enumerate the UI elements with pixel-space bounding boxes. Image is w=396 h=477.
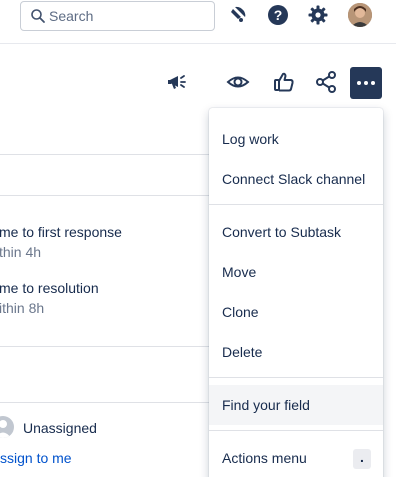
share-button[interactable]: [311, 67, 341, 97]
notifications-button[interactable]: [225, 2, 251, 28]
search-icon: [31, 9, 45, 23]
search-placeholder: Search: [49, 8, 94, 24]
notifications-icon: [231, 6, 246, 22]
menu-item-delete[interactable]: Delete: [209, 332, 383, 372]
menu-item-log-work[interactable]: Log work: [209, 119, 383, 159]
menu-item-convert-to-subtask[interactable]: Convert to Subtask: [209, 212, 383, 252]
settings-icon: [308, 5, 328, 25]
menu-item-actions-menu[interactable]: Actions menu .: [209, 438, 383, 477]
divider: [0, 195, 209, 196]
menu-item-clone[interactable]: Clone: [209, 292, 383, 332]
more-actions-icon: [357, 81, 361, 85]
help-button[interactable]: ?: [265, 2, 291, 28]
vote-button[interactable]: [269, 67, 299, 97]
menu-item-move[interactable]: Move: [209, 252, 383, 292]
sla-resolution-value: ithin 8h: [0, 300, 45, 316]
more-actions-menu: Log work Connect Slack channel Convert t…: [209, 108, 383, 477]
watch-button[interactable]: [223, 67, 253, 97]
divider: [0, 154, 209, 155]
svg-text:?: ?: [274, 7, 283, 23]
more-actions-icon-dot: [371, 81, 375, 85]
sla-first-response-value: thin 4h: [0, 244, 42, 260]
menu-separator: [209, 204, 383, 205]
divider: [0, 402, 209, 403]
profile-avatar[interactable]: [348, 3, 372, 27]
menu-separator: [209, 377, 383, 378]
menu-item-find-your-field[interactable]: Find your field: [209, 385, 383, 425]
share-icon: [316, 71, 336, 93]
search-input[interactable]: Search: [20, 1, 215, 31]
divider: [0, 346, 209, 347]
more-actions-button[interactable]: [350, 67, 382, 99]
actions-menu-label: Actions menu: [222, 450, 307, 466]
keyboard-shortcut-badge: .: [353, 449, 371, 469]
assignee-value: Unassigned: [23, 420, 97, 436]
more-actions-icon-dot: [364, 81, 368, 85]
announcement-icon: [168, 75, 186, 89]
help-icon: ?: [268, 5, 288, 25]
menu-separator: [209, 430, 383, 431]
watch-icon: [226, 76, 250, 88]
settings-button[interactable]: [305, 2, 331, 28]
assign-to-me-link[interactable]: ssign to me: [0, 450, 72, 466]
sla-first-response-label: me to first response: [0, 224, 122, 240]
unassigned-avatar-icon: [0, 416, 14, 438]
sla-resolution-label: me to resolution: [0, 280, 99, 296]
vote-icon: [274, 72, 294, 92]
top-navigation-bar: Search ?: [0, 0, 396, 44]
profile-photo: [348, 3, 372, 27]
menu-item-connect-slack-channel[interactable]: Connect Slack channel: [209, 159, 383, 199]
feedback-button[interactable]: [162, 67, 192, 97]
